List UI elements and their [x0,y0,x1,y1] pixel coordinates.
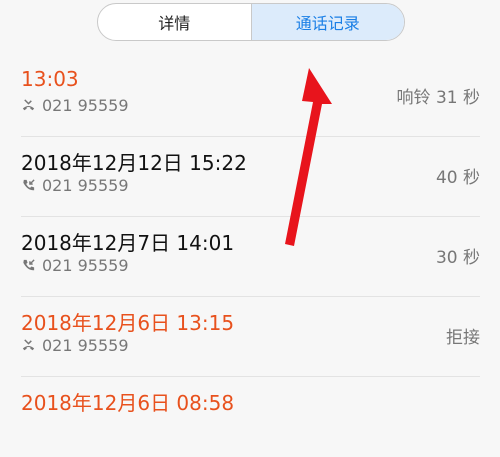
tab-details[interactable]: 详情 [98,4,251,40]
call-log-row[interactable]: 2018年12月7日 14:01 021 95559 30 秒 [0,217,500,297]
call-number-line: 021 95559 [21,336,129,355]
call-time: 2018年12月6日 08:58 [21,391,235,415]
call-log-list: 13:03 021 95559 响铃 31 秒 2018年12月12日 15:2… [0,57,500,457]
tab-call-log-label: 通话记录 [295,14,360,33]
missed-call-icon [22,99,35,111]
call-log-row[interactable]: 2018年12月6日 08:58 [0,377,500,457]
call-time: 2018年12月12日 15:22 [21,151,247,175]
call-time: 13:03 [21,67,79,91]
tab-call-log[interactable]: 通话记录 [250,4,404,40]
call-number: 021 95559 [42,256,129,275]
rejected-call-icon [22,339,35,351]
call-status: 拒接 [446,328,480,348]
tab-details-label: 详情 [158,14,191,33]
incoming-call-icon [23,179,35,191]
call-number: 021 95559 [42,336,129,355]
tab-switcher: 详情 通话记录 [97,3,405,41]
call-number: 021 95559 [42,96,129,115]
call-time: 2018年12月6日 13:15 [21,311,235,335]
call-status: 40 秒 [435,168,480,188]
call-time: 2018年12月7日 14:01 [21,231,235,255]
call-status: 响铃 31 秒 [396,88,480,108]
call-log-row[interactable]: 13:03 021 95559 响铃 31 秒 [0,57,500,137]
call-log-row[interactable]: 2018年12月12日 15:22 021 95559 40 秒 [0,137,500,217]
call-status: 30 秒 [435,248,480,268]
incoming-call-icon [23,259,35,271]
call-number: 021 95559 [42,176,129,195]
call-number-line: 021 95559 [21,96,129,115]
call-log-row[interactable]: 2018年12月6日 13:15 021 95559 拒接 [0,297,500,377]
call-number-line: 021 95559 [21,256,129,275]
call-number-line: 021 95559 [21,176,129,195]
